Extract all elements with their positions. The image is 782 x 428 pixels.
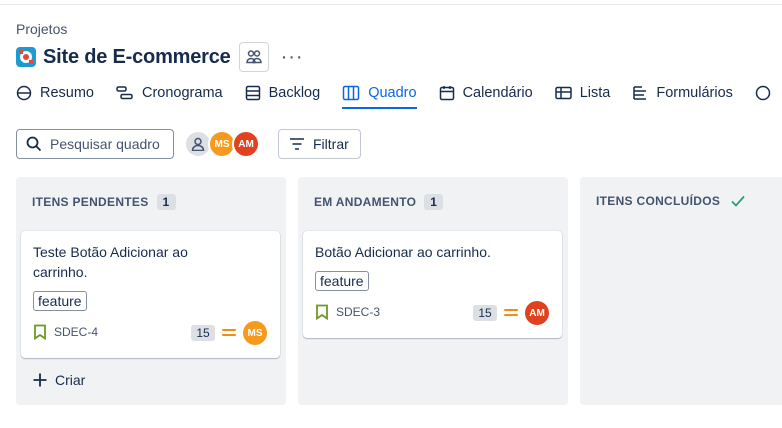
card-title: Botão Adicionar ao carrinho. <box>315 244 491 260</box>
column-header: ITENS CONCLUÍDOS <box>596 194 746 208</box>
issue-card[interactable]: Botão Adicionar ao carrinho. feature SDE… <box>303 231 562 338</box>
project-header: Site de E-commerce ··· <box>16 42 304 72</box>
tab-cronograma[interactable]: Cronograma <box>116 80 223 106</box>
search-icon <box>26 136 42 152</box>
story-icon <box>34 324 46 340</box>
person-icon <box>191 137 205 151</box>
project-tabs: Resumo Cronograma Backlog Quadro Calendá… <box>16 80 782 110</box>
tab-quadro[interactable]: Quadro <box>342 80 417 109</box>
column-title: EM ANDAMENTO <box>314 195 417 209</box>
priority-medium-icon <box>222 329 236 336</box>
create-issue-button[interactable]: Criar <box>32 372 85 388</box>
forms-icon <box>633 86 647 100</box>
column-title: ITENS PENDENTES <box>32 195 149 209</box>
project-avatar-icon <box>16 47 36 67</box>
more-actions-button[interactable]: ··· <box>281 47 304 67</box>
check-icon <box>731 195 745 207</box>
tab-lista[interactable]: Lista <box>554 80 610 106</box>
team-button[interactable] <box>238 42 269 72</box>
tab-more-partial[interactable] <box>755 80 779 106</box>
tab-calendario[interactable]: Calendário <box>439 80 533 106</box>
avatar-filter-group: MS AM <box>184 130 260 158</box>
list-icon <box>554 86 572 100</box>
backlog-icon <box>245 85 260 101</box>
search-box[interactable] <box>16 129 174 159</box>
search-input[interactable] <box>48 135 170 153</box>
assignee-avatar[interactable]: AM <box>525 301 549 325</box>
column-em-andamento: EM ANDAMENTO 1 Botão Adicionar ao carrin… <box>298 177 568 405</box>
priority-medium-icon <box>504 309 518 316</box>
card-title: Teste Botão Adicionar ao carrinho. <box>33 244 188 280</box>
page-title: Site de E-commerce <box>43 45 231 68</box>
story-points-badge: 15 <box>473 305 497 321</box>
issue-key: SDEC-3 <box>315 304 380 320</box>
top-divider <box>0 4 782 5</box>
column-title: ITENS CONCLUÍDOS <box>596 194 721 208</box>
issue-key: SDEC-4 <box>33 324 98 340</box>
board-toolbar: MS AM Filtrar <box>16 129 361 159</box>
board-icon <box>342 85 360 101</box>
filter-icon <box>290 138 304 150</box>
label-tag: feature <box>315 271 369 291</box>
column-itens-concluidos: ITENS CONCLUÍDOS <box>580 177 782 405</box>
column-header: ITENS PENDENTES 1 <box>32 194 176 210</box>
tab-formularios[interactable]: Formulários <box>632 80 733 106</box>
story-icon <box>316 304 328 320</box>
globe-icon <box>16 85 32 101</box>
label-tag: feature <box>33 291 87 311</box>
issue-count-badge: 1 <box>156 194 176 210</box>
tab-resumo[interactable]: Resumo <box>16 80 94 106</box>
tab-backlog[interactable]: Backlog <box>245 80 320 106</box>
column-itens-pendentes: ITENS PENDENTES 1 Teste Botão Adicionar … <box>16 177 286 405</box>
column-header: EM ANDAMENTO 1 <box>314 194 444 210</box>
issue-card[interactable]: Teste Botão Adicionar ao carrinho. featu… <box>21 231 280 358</box>
story-points-badge: 15 <box>191 325 215 341</box>
issue-count-badge: 1 <box>424 194 444 210</box>
plus-icon <box>33 373 47 387</box>
breadcrumb[interactable]: Projetos <box>16 21 67 37</box>
timeline-icon <box>116 86 133 100</box>
partial-tab-icon <box>755 85 771 101</box>
assignee-avatar[interactable]: MS <box>243 321 267 345</box>
people-icon <box>245 50 262 64</box>
calendar-icon <box>439 86 454 101</box>
filter-button[interactable]: Filtrar <box>278 129 361 159</box>
avatar-am[interactable]: AM <box>232 130 260 158</box>
